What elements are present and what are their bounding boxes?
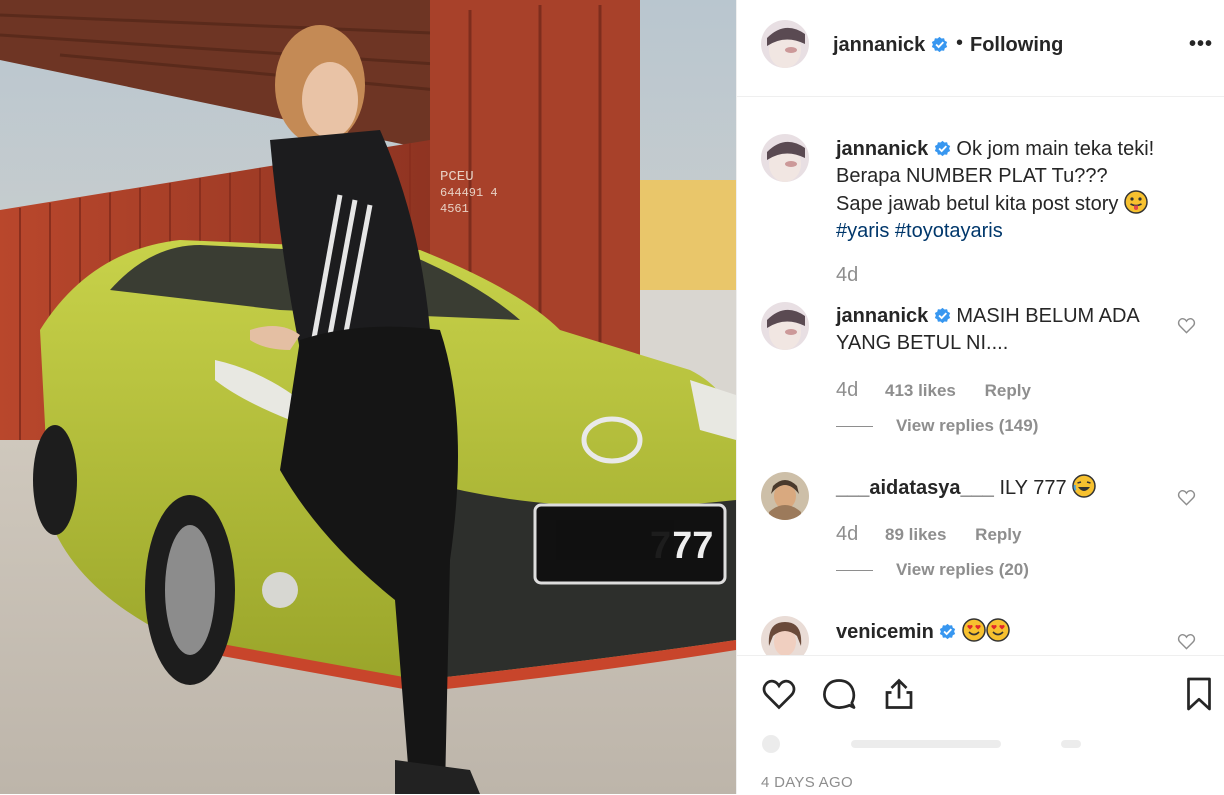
view-replies-button[interactable]: View replies (149) [836, 416, 1038, 436]
comment-username[interactable]: ___aidatasya___ [836, 477, 994, 499]
comment-avatar[interactable] [761, 302, 809, 350]
caption-meta: 4d [836, 264, 880, 287]
post-timestamp[interactable]: 4 DAYS AGO [761, 774, 853, 791]
caption-age[interactable]: 4d [836, 264, 858, 286]
verified-icon [931, 36, 947, 53]
reply-button[interactable]: Reply [975, 525, 1021, 544]
comment-age[interactable]: 4d [836, 523, 858, 545]
reply-button[interactable]: Reply [985, 381, 1031, 400]
comment-text: ___aidatasya___ ILY 777 [836, 474, 1176, 502]
comment-likes[interactable]: 413 likes [885, 381, 956, 400]
comments-list[interactable]: jannanick Ok jom main teka teki! Berapa … [737, 97, 1224, 655]
laughing-emoji-icon [1072, 474, 1096, 498]
like-comment-heart-icon[interactable] [1177, 316, 1196, 335]
separator-dot: • [956, 32, 964, 54]
comment-meta: 4d 413 likes Reply [836, 379, 1031, 402]
tongue-emoji-icon [1124, 190, 1148, 214]
comment-username[interactable]: jannanick [836, 305, 928, 327]
hashtag-link[interactable]: #yaris [836, 220, 889, 242]
post-photo[interactable]: PCEU 644491 4 4561 777 [0, 0, 736, 794]
like-comment-heart-icon[interactable] [1177, 632, 1196, 651]
share-icon[interactable] [881, 676, 917, 712]
verified-icon [934, 140, 950, 157]
post-actions: 4 DAYS AGO [737, 655, 1224, 795]
svg-text:644491 4: 644491 4 [440, 186, 498, 200]
comment-age[interactable]: 4d [836, 379, 858, 401]
caption-avatar[interactable] [761, 134, 809, 182]
liked-by-placeholder [761, 734, 1181, 754]
comment-text: jannanick MASIH BELUM ADA YANG BETUL NI.… [836, 305, 1140, 354]
post-header: jannanick • Following ••• [737, 0, 1224, 97]
caption-username[interactable]: jannanick [836, 138, 928, 160]
more-icon[interactable]: ••• [1189, 33, 1213, 56]
replies-line [836, 426, 873, 428]
author-avatar[interactable] [761, 20, 809, 68]
heart-eyes-emoji-icon [962, 618, 986, 642]
like-comment-heart-icon[interactable] [1177, 488, 1196, 507]
verified-icon [940, 623, 956, 640]
bookmark-icon[interactable] [1181, 676, 1217, 712]
comment-username[interactable]: venicemin [836, 621, 934, 643]
caption-text: jannanick Ok jom main teka teki! Berapa … [836, 138, 1155, 242]
comment-text: venicemin [836, 618, 1176, 646]
replies-line [836, 570, 873, 572]
hashtag-link[interactable]: #toyotayaris [895, 220, 1003, 242]
heart-icon[interactable] [761, 676, 797, 712]
container-code: PCEU [440, 169, 474, 185]
comment-avatar[interactable] [761, 616, 809, 655]
view-replies-button[interactable]: View replies (20) [836, 560, 1029, 580]
heart-eyes-emoji-icon [986, 618, 1010, 642]
comment-meta: 4d 89 likes Reply [836, 523, 1021, 546]
comment-avatar[interactable] [761, 472, 809, 520]
verified-icon [934, 307, 950, 324]
author-username[interactable]: jannanick [833, 34, 948, 57]
post-side-panel: jannanick • Following ••• jannanick Ok j… [736, 0, 1224, 794]
following-button[interactable]: Following [970, 34, 1063, 57]
comment-likes[interactable]: 89 likes [885, 525, 946, 544]
svg-text:4561: 4561 [440, 202, 469, 216]
comment-icon[interactable] [821, 676, 857, 712]
